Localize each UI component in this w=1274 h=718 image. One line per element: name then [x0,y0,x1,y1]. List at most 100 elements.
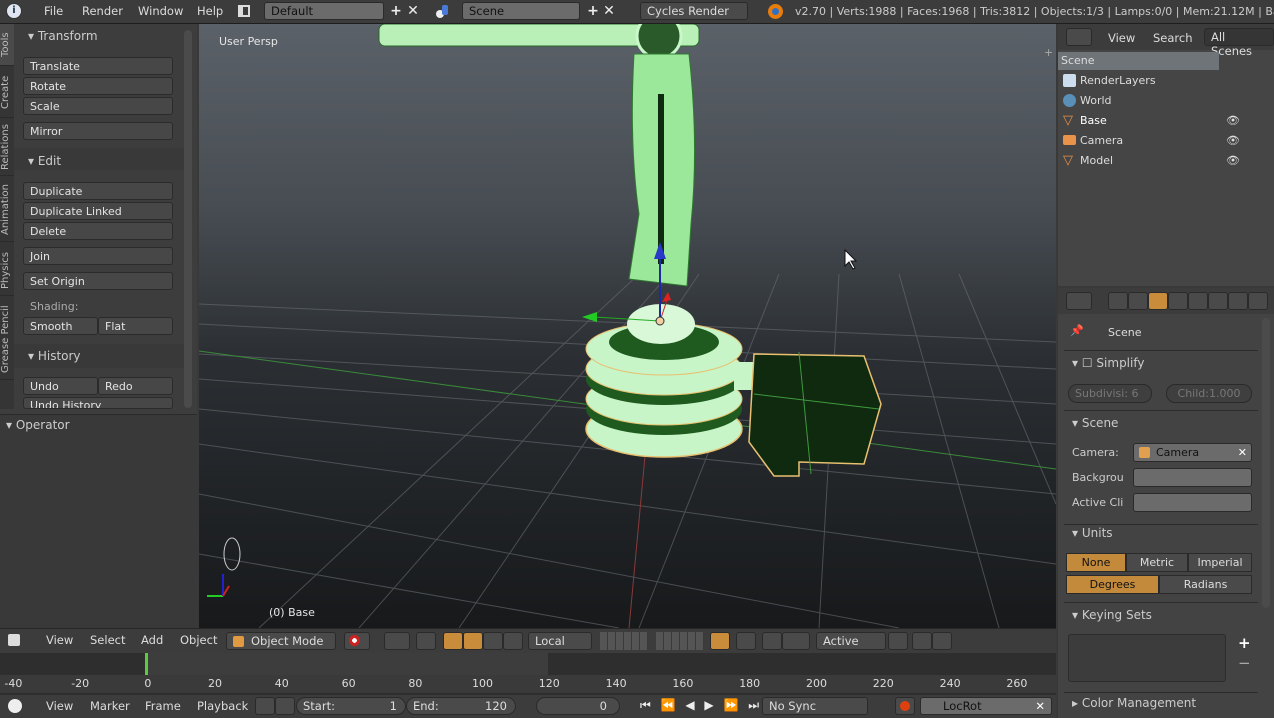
mirror-button[interactable]: Mirror [23,122,173,140]
opengl-render-icon[interactable] [888,632,908,650]
manipulator-extra-toggle[interactable] [503,632,523,650]
units-none-button[interactable]: None [1066,553,1126,572]
outliner-display-mode[interactable]: All Scenes [1204,28,1274,58]
delete-button[interactable]: Delete [23,222,173,240]
info-editor-type-icon[interactable]: i [6,3,22,19]
visibility-eye-icon[interactable]: 👁 [1226,154,1240,167]
tab-relations[interactable]: Relations [0,120,14,176]
clear-camera-icon[interactable]: ✕ [1238,446,1247,459]
remove-screen-icon[interactable]: ✕ [405,3,421,19]
screen-layout-icon[interactable] [238,5,250,17]
servo-box[interactable] [748,351,882,477]
render-engine-select[interactable]: Cycles Render [640,2,748,20]
current-frame-indicator[interactable] [145,653,148,675]
robot-base[interactable] [585,304,764,458]
flat-button[interactable]: Flat [98,317,173,335]
add-keying-set-button[interactable]: + [1238,634,1251,652]
3d-viewport[interactable]: User Persp (0) Base + [199,24,1056,628]
set-origin-button[interactable]: Set Origin [23,272,173,290]
timeline-menu-frame[interactable]: Frame [145,699,181,713]
add-scene-icon[interactable]: + [585,3,601,19]
toolshelf-toggle-icon[interactable]: + [1044,46,1054,59]
outliner-row[interactable]: ▽ Model 👁 [1058,152,1274,172]
outliner-row[interactable]: ▽ Base 👁 [1058,112,1274,132]
pivot-point-select[interactable] [384,632,410,650]
join-button[interactable]: Join [23,247,173,265]
add-screen-icon[interactable]: + [388,3,404,19]
manipulator-x[interactable] [662,292,671,302]
end-frame-field[interactable]: End: 120 [406,697,516,715]
tab-physics[interactable]: Physics [0,246,14,296]
scene-icon[interactable] [436,4,450,18]
object-context-tab[interactable] [1188,292,1208,310]
tab-create[interactable]: Create [0,68,14,118]
history-panel-header[interactable]: ▾ History [28,349,81,369]
menu-view[interactable]: View [46,633,73,647]
menu-add[interactable]: Add [141,633,163,647]
auto-keying-record-button[interactable] [895,697,915,715]
outliner-row[interactable]: Camera 👁 [1058,132,1274,152]
menu-window[interactable]: Window [138,4,183,18]
camera-field[interactable]: Camera ✕ [1133,443,1252,462]
robot-joint[interactable] [635,24,683,60]
undo-history-button[interactable]: Undo History [23,397,173,409]
outliner-menu-view[interactable]: View [1108,31,1135,45]
simplify-subdivision-field[interactable]: Subdivisi: 6 [1068,384,1152,403]
outliner-scene-row[interactable]: Scene [1058,52,1219,70]
outliner-row[interactable]: World [1058,92,1274,112]
remove-keying-set-button[interactable]: − [1238,654,1251,672]
render-layers-context-tab[interactable] [1128,292,1148,310]
outliner-menu-search[interactable]: Search [1153,31,1193,45]
timeline-menu-marker[interactable]: Marker [90,699,130,713]
pin-icon[interactable]: 📌 [1070,324,1084,337]
start-frame-field[interactable]: Start: 1 [296,697,406,715]
scale-manipulator-toggle[interactable] [483,632,503,650]
redo-button[interactable]: Redo [98,377,173,395]
translate-manipulator-toggle[interactable] [443,632,463,650]
properties-scrollbar[interactable] [1262,318,1270,608]
render-only-toggle[interactable] [736,632,756,650]
scene-field[interactable]: Scene [462,2,580,20]
screen-layout-field[interactable]: Default [264,2,384,20]
data-context-tab[interactable] [1248,292,1268,310]
units-panel-header[interactable]: ▾ Units [1072,526,1113,540]
render-still-icon[interactable] [912,632,932,650]
outliner-row[interactable]: RenderLayers [1058,72,1274,92]
menu-render[interactable]: Render [82,4,123,18]
tool-shelf-scrollbar[interactable] [184,30,192,408]
menu-object[interactable]: Object [180,633,217,647]
layer-buttons-2[interactable] [656,632,704,650]
simplify-child-field[interactable]: Child:1.000 [1166,384,1252,403]
keying-sets-panel-header[interactable]: ▾ Keying Sets [1072,608,1152,622]
render-context-tab[interactable] [1108,292,1128,310]
sync-mode-select[interactable]: No Sync [762,697,868,715]
object-origin[interactable] [655,316,665,326]
rotate-button[interactable]: Rotate [23,77,173,95]
mode-select[interactable]: Object Mode [226,632,336,650]
scale-button[interactable]: Scale [23,97,173,115]
tab-grease-pencil[interactable]: Grease Pencil [0,300,14,380]
undo-button[interactable]: Undo [23,377,98,395]
timeline-menu-view[interactable]: View [46,699,73,713]
snap-target-select[interactable]: Active [816,632,886,650]
color-management-panel-header[interactable]: ▸ Color Management [1072,696,1196,710]
operator-panel-header[interactable]: ▾ Operator [6,418,70,438]
timeline-menu-playback[interactable]: Playback [197,699,248,713]
keying-sets-list[interactable] [1068,634,1226,682]
visibility-eye-icon[interactable]: 👁 [1226,134,1240,147]
remove-scene-icon[interactable]: ✕ [601,3,617,19]
rotation-degrees-button[interactable]: Degrees [1066,575,1159,594]
duplicate-button[interactable]: Duplicate [23,182,173,200]
editor-type-cube-icon[interactable] [8,634,20,646]
simplify-panel-header[interactable]: ▾ ☐ Simplify [1072,356,1144,370]
lock-camera-layers-toggle[interactable] [710,632,730,650]
rotation-radians-button[interactable]: Radians [1159,575,1252,594]
active-clip-field[interactable] [1133,493,1252,512]
tab-animation[interactable]: Animation [0,178,14,242]
smooth-button[interactable]: Smooth [23,317,98,335]
menu-select[interactable]: Select [90,633,125,647]
keying-set-field[interactable]: LocRot ✕ [920,697,1052,715]
units-imperial-button[interactable]: Imperial [1188,553,1252,572]
visibility-eye-icon[interactable]: 👁 [1226,114,1240,127]
layer-buttons-1[interactable] [600,632,648,650]
